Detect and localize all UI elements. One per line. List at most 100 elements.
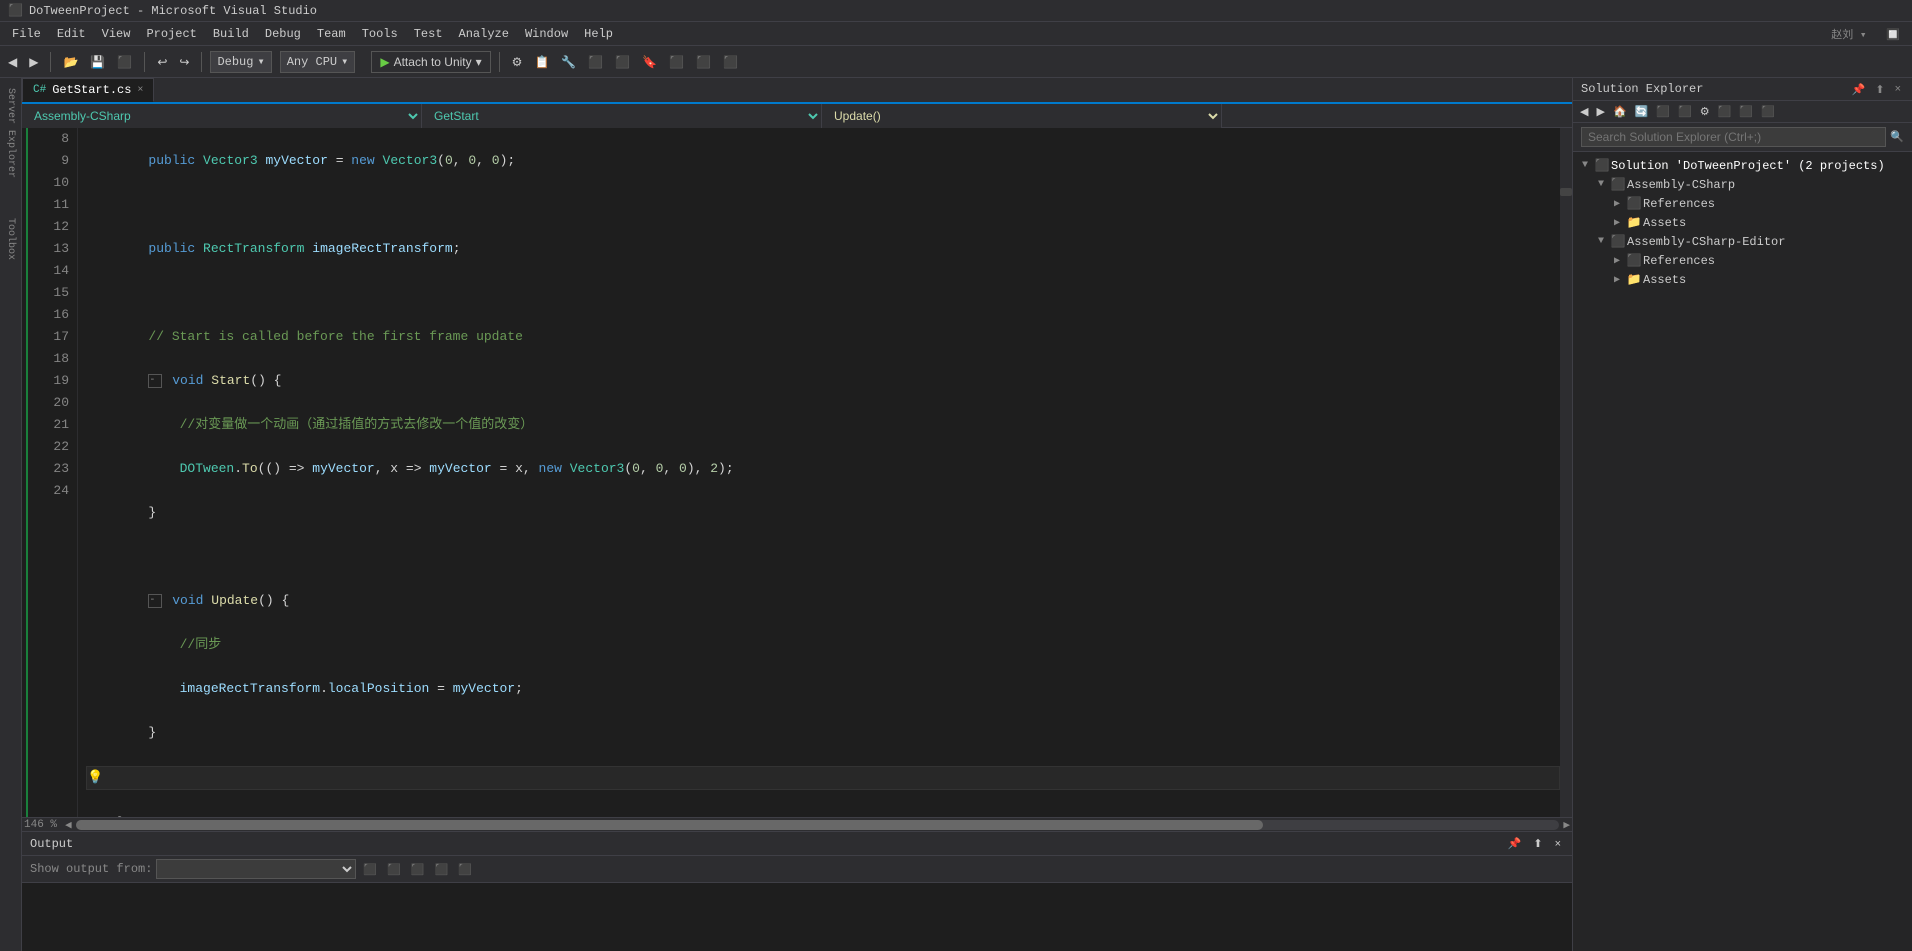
menu-project[interactable]: Project [138, 25, 204, 43]
folder-icon-1: 📁 [1625, 215, 1643, 230]
output-copy-btn[interactable]: ⬛ [432, 861, 452, 878]
project-icon-2: ⬛ [1609, 234, 1627, 249]
code-line-23: } [86, 812, 1560, 817]
menu-view[interactable]: View [94, 25, 139, 43]
code-content[interactable]: public Vector3 myVector = new Vector3(0,… [78, 128, 1560, 817]
se-properties-btn[interactable]: ⚙ [1697, 103, 1713, 120]
se-forward-btn[interactable]: ▶ [1593, 103, 1607, 120]
code-line-15: DOTween.To(() => myVector, x => myVector… [86, 458, 1560, 480]
bookmark-button[interactable]: 🔖 [638, 50, 661, 74]
undo-button[interactable]: ↩ [153, 50, 171, 74]
output-word-wrap-btn[interactable]: ⬛ [384, 861, 404, 878]
se-stop-btn[interactable]: ⬛ [1653, 103, 1673, 120]
se-preview-btn[interactable]: ⬛ [1736, 103, 1756, 120]
output-source-select[interactable]: Build Debug General [156, 859, 356, 879]
horizontal-scrollbar[interactable]: 146 % ◀ ▶ [22, 817, 1572, 831]
main-content: Server Explorer Toolbox C# GetStart.cs ×… [0, 78, 1912, 951]
menu-tools[interactable]: Tools [354, 25, 406, 43]
tree-item-references-2[interactable]: ▶ ⬛ References [1573, 251, 1912, 270]
se-search-input[interactable] [1581, 127, 1886, 147]
open-file-button[interactable]: 📂 [59, 50, 82, 74]
solution-icon: ⬛ [1593, 158, 1611, 173]
references-2-icon: ⬛ [1625, 253, 1643, 268]
output-close-button[interactable]: × [1552, 835, 1564, 852]
zoom-increase-btn[interactable]: ▶ [1563, 818, 1570, 832]
se-pin-button[interactable]: 📌 [1849, 83, 1869, 96]
tree-item-assets-1[interactable]: ▶ 📁 Assets [1573, 213, 1912, 232]
editor-area: C# GetStart.cs × Assembly-CSharp GetStar… [22, 78, 1572, 951]
code-line-17 [86, 546, 1560, 568]
toolbar-btn-2[interactable]: 📋 [530, 50, 553, 74]
menu-edit[interactable]: Edit [49, 25, 94, 43]
platform-dropdown[interactable]: Any CPU ▾ [280, 51, 356, 73]
scroll-track[interactable] [76, 820, 1560, 830]
menu-debug[interactable]: Debug [257, 25, 309, 43]
tab-close-button[interactable]: × [137, 85, 143, 96]
code-line-11 [86, 282, 1560, 304]
server-explorer-tab[interactable]: Server Explorer [3, 78, 18, 188]
toolbar-btn-8[interactable]: ⬛ [692, 50, 715, 74]
menu-build[interactable]: Build [205, 25, 257, 43]
method-dropdown[interactable]: Update() [822, 104, 1222, 128]
se-refresh-btn[interactable]: 🔄 [1632, 103, 1652, 120]
menu-test[interactable]: Test [406, 25, 451, 43]
forward-button[interactable]: ▶ [25, 50, 42, 74]
attach-to-unity-button[interactable]: ▶ Attach to Unity ▾ [371, 51, 490, 73]
se-close-button[interactable]: × [1892, 83, 1904, 96]
solution-explorer: Solution Explorer 📌 ⬆ × ◀ ▶ 🏠 🔄 ⬛ ⬛ ⚙ ⬛ … [1572, 78, 1912, 951]
show-output-label: Show output from: [30, 862, 152, 876]
save-button[interactable]: 💾 [86, 50, 109, 74]
vs-logo: ⬛ [8, 3, 23, 18]
vertical-scrollbar[interactable] [1560, 128, 1572, 817]
active-tab[interactable]: C# GetStart.cs × [22, 78, 154, 102]
se-back-btn[interactable]: ◀ [1577, 103, 1591, 120]
tree-item-assembly-csharp[interactable]: ▼ ⬛ Assembly-CSharp [1573, 175, 1912, 194]
assembly-csharp-label: Assembly-CSharp [1627, 178, 1735, 192]
lightbulb-icon[interactable]: 💡 [87, 767, 103, 789]
references-1-label: References [1643, 197, 1715, 211]
tree-item-solution[interactable]: ▼ ⬛ Solution 'DoTweenProject' (2 project… [1573, 156, 1912, 175]
se-header: Solution Explorer 📌 ⬆ × [1573, 78, 1912, 101]
zoom-decrease-btn[interactable]: ◀ [65, 818, 72, 832]
navigation-bar: Assembly-CSharp GetStart Update() [22, 104, 1572, 128]
window-title: DoTweenProject - Microsoft Visual Studio [29, 4, 317, 18]
debug-config-dropdown[interactable]: Debug ▾ [210, 51, 271, 73]
menu-help[interactable]: Help [576, 25, 621, 43]
code-line-13: - void Start() { [86, 370, 1560, 392]
se-search-btn[interactable]: ⬛ [1675, 103, 1695, 120]
toolbar-btn-1[interactable]: ⚙ [508, 50, 527, 74]
assets-2-arrow: ▶ [1609, 274, 1625, 286]
se-undock-button[interactable]: ⬆ [1872, 83, 1887, 96]
toolbar-btn-9[interactable]: ⬛ [719, 50, 742, 74]
se-show-all-btn[interactable]: ⬛ [1715, 103, 1735, 120]
output-pin-button[interactable]: 📌 [1505, 835, 1525, 852]
tree-item-assembly-csharp-editor[interactable]: ▼ ⬛ Assembly-CSharp-Editor [1573, 232, 1912, 251]
toolbar-separator-2 [144, 52, 145, 72]
toolbar-btn-3[interactable]: 🔧 [557, 50, 580, 74]
toolbar-btn-5[interactable]: ⬛ [611, 50, 634, 74]
se-toolbar: ◀ ▶ 🏠 🔄 ⬛ ⬛ ⚙ ⬛ ⬛ ⬛ [1573, 101, 1912, 123]
se-title: Solution Explorer [1581, 82, 1703, 96]
code-editor[interactable]: 8 9 10 11 12 13 14 15 16 17 18 19 20 21 … [22, 128, 1572, 817]
menu-file[interactable]: File [4, 25, 49, 43]
se-home-btn[interactable]: 🏠 [1610, 103, 1630, 120]
tree-item-references-1[interactable]: ▶ ⬛ References [1573, 194, 1912, 213]
class-dropdown[interactable]: Assembly-CSharp [22, 104, 422, 128]
toolbar-btn-4[interactable]: ⬛ [584, 50, 607, 74]
output-undock-button[interactable]: ⬆ [1530, 835, 1545, 852]
redo-button[interactable]: ↪ [175, 50, 193, 74]
back-button[interactable]: ◀ [4, 50, 21, 74]
toolbox-tab[interactable]: Toolbox [3, 208, 18, 270]
scroll-thumb[interactable] [76, 820, 1263, 830]
save-all-button[interactable]: ⬛ [113, 50, 136, 74]
output-open-btn[interactable]: ⬛ [455, 861, 475, 878]
output-find-btn[interactable]: ⬛ [408, 861, 428, 878]
menu-team[interactable]: Team [309, 25, 354, 43]
menu-window[interactable]: Window [517, 25, 576, 43]
se-collapse-btn[interactable]: ⬛ [1758, 103, 1778, 120]
class2-dropdown[interactable]: GetStart [422, 104, 822, 128]
output-clear-btn[interactable]: ⬛ [360, 861, 380, 878]
tree-item-assets-2[interactable]: ▶ 📁 Assets [1573, 270, 1912, 289]
toolbar-btn-7[interactable]: ⬛ [665, 50, 688, 74]
menu-analyze[interactable]: Analyze [451, 25, 517, 43]
